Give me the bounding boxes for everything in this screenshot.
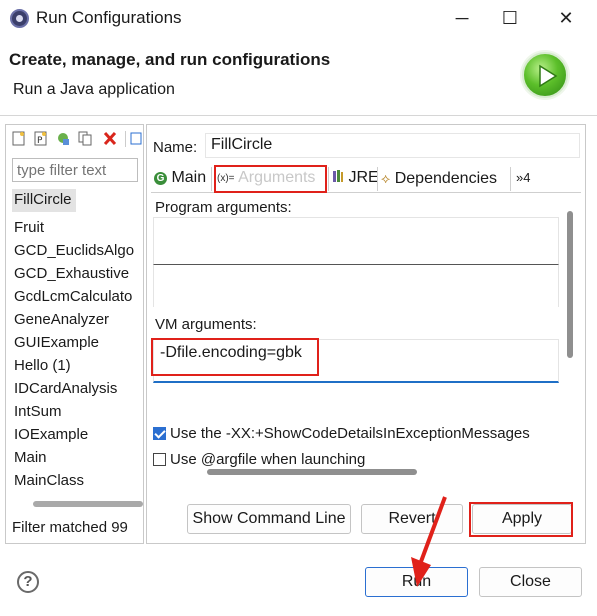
list-item[interactable]: GcdLcmCalculato: [12, 286, 144, 309]
tab-label: Main: [171, 169, 207, 186]
content-horizontal-scrollbar[interactable]: [207, 469, 417, 475]
content-vertical-scrollbar[interactable]: [567, 211, 573, 358]
list-item[interactable]: IOExample: [12, 424, 144, 447]
list-item[interactable]: GUIExample: [12, 332, 144, 355]
name-label: Name:: [153, 139, 198, 156]
svg-text:P: P: [37, 136, 43, 146]
header-banner: Create, manage, and run configurations R…: [0, 38, 597, 116]
vm-arguments-field[interactable]: -Dfile.encoding=gbk: [153, 339, 559, 383]
show-code-details-option[interactable]: Use the -XX:+ShowCodeDetailsInExceptionM…: [153, 425, 530, 442]
revert-button[interactable]: Revert: [361, 504, 463, 534]
vm-arguments-value: -Dfile.encoding=gbk: [160, 344, 302, 361]
dependencies-tab-icon: ⟡: [381, 170, 391, 186]
tab-arguments[interactable]: (x)= Arguments: [217, 165, 315, 192]
delete-icon[interactable]: [103, 131, 117, 146]
tab-label: Dependencies: [394, 170, 498, 187]
argfile-option[interactable]: Use @argfile when launching: [153, 451, 365, 467]
list-item[interactable]: Main: [12, 447, 144, 470]
toolbar-divider: [125, 131, 126, 147]
tab-jre[interactable]: JRE: [332, 165, 379, 192]
list-item[interactable]: Fruit: [12, 217, 144, 240]
argfile-label: Use @argfile when launching: [170, 451, 366, 467]
run-badge-icon: [522, 52, 568, 98]
program-arguments-label: Program arguments:: [155, 199, 292, 216]
tab-dependencies[interactable]: ⟡ Dependencies: [381, 165, 497, 192]
tree-toolbar: P: [6, 125, 143, 153]
name-field[interactable]: FillCircle: [205, 133, 580, 158]
tab-divider: [328, 167, 329, 191]
window-title: Run Configurations: [36, 8, 182, 27]
tab-divider: [510, 167, 511, 191]
new-configuration-icon[interactable]: [12, 131, 26, 146]
list-item[interactable]: Hello (1): [12, 355, 144, 378]
minimize-button[interactable]: ─: [442, 4, 482, 32]
arguments-tab-content: Program arguments: VM arguments: -Dfile.…: [151, 195, 577, 487]
eclipse-app-icon: [10, 9, 29, 28]
list-item[interactable]: GCD_Exhaustive: [12, 263, 144, 286]
show-command-line-button[interactable]: Show Command Line: [187, 504, 351, 534]
argfile-checkbox[interactable]: [153, 453, 166, 466]
run-button[interactable]: Run: [365, 567, 468, 597]
new-prototype-icon[interactable]: P: [34, 131, 48, 146]
program-arguments-field[interactable]: [153, 217, 559, 265]
filter-input[interactable]: [12, 158, 138, 182]
filter-status: Filter matched 99: [12, 519, 128, 536]
show-code-details-checkbox[interactable]: [153, 427, 166, 440]
close-window-button[interactable]: ✕: [546, 4, 586, 32]
banner-subtitle: Run a Java application: [13, 81, 175, 98]
close-button[interactable]: Close: [479, 567, 582, 597]
tree-horizontal-scrollbar[interactable]: [33, 501, 143, 507]
title-bar: Run Configurations ─ ☐ ✕: [0, 0, 597, 38]
jre-tab-icon: [333, 170, 343, 182]
tab-main[interactable]: G Main: [154, 165, 206, 192]
configuration-editor-panel: Name: FillCircle G Main (x)= Arguments J…: [146, 124, 586, 544]
banner-title: Create, manage, and run configurations: [9, 50, 331, 69]
duplicate-icon[interactable]: [78, 131, 92, 146]
tab-label: JRE: [348, 169, 379, 186]
apply-button[interactable]: Apply: [472, 504, 572, 534]
show-code-details-label: Use the -XX:+ShowCodeDetailsInExceptionM…: [170, 425, 530, 442]
tab-divider: [211, 167, 212, 191]
more-tabs-icon[interactable]: »4: [516, 165, 530, 192]
arguments-tab-icon: (x)=: [217, 173, 235, 184]
configuration-list: FillCircle Fruit GCD_EuclidsAlgo GCD_Exh…: [12, 189, 144, 493]
list-item[interactable]: GeneAnalyzer: [12, 309, 144, 332]
configuration-tree-panel: P FillCircle Fruit GCD_EuclidsAlgo GCD_E…: [5, 124, 144, 544]
maximize-button[interactable]: ☐: [490, 4, 530, 32]
tab-label: Arguments: [238, 169, 316, 186]
export-icon[interactable]: [56, 131, 70, 146]
vm-arguments-label: VM arguments:: [155, 316, 257, 333]
help-icon[interactable]: ?: [17, 571, 39, 593]
list-item[interactable]: FillCircle: [12, 189, 76, 212]
list-item[interactable]: GCD_EuclidsAlgo: [12, 240, 144, 263]
list-item[interactable]: MainClass: [12, 470, 144, 493]
list-item[interactable]: IntSum: [12, 401, 144, 424]
list-item[interactable]: IDCardAnalysis: [12, 378, 144, 401]
tab-bar: G Main (x)= Arguments JRE ⟡ Dependencies…: [151, 165, 581, 193]
variables-area: [153, 265, 559, 307]
collapse-icon[interactable]: [130, 131, 144, 146]
main-tab-icon: G: [154, 172, 167, 185]
tab-divider: [377, 167, 378, 191]
